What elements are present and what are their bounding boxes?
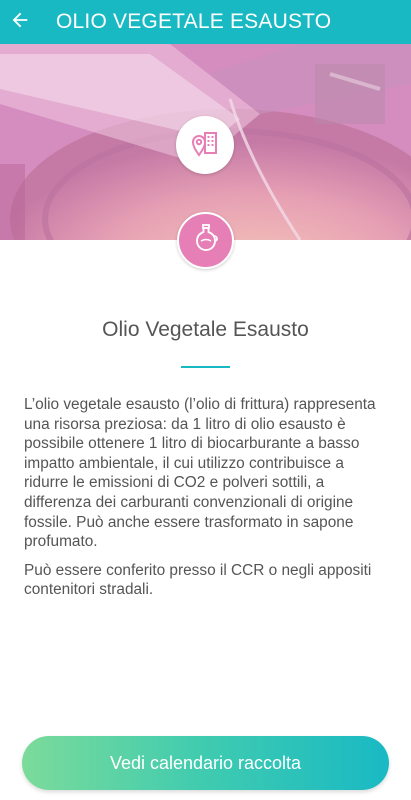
map-pin-building-icon bbox=[190, 128, 220, 163]
title-divider bbox=[181, 366, 230, 368]
description-paragraph: L’olio vegetale esausto (l’olio di fritt… bbox=[24, 396, 376, 551]
oil-bottle-icon bbox=[190, 222, 222, 259]
category-badge bbox=[177, 212, 234, 269]
back-button[interactable] bbox=[0, 0, 40, 44]
description-paragraph: Può essere conferito presso il CCR o neg… bbox=[24, 561, 372, 599]
page-title: OLIO VEGETALE ESAUSTO bbox=[56, 10, 332, 33]
app-bar: OLIO VEGETALE ESAUSTO bbox=[0, 0, 411, 44]
description: L’olio vegetale esausto (l’olio di fritt… bbox=[24, 395, 390, 609]
arrow-left-icon bbox=[9, 9, 31, 36]
content-title: Olio Vegetale Esausto bbox=[102, 318, 309, 341]
map-location-button[interactable] bbox=[176, 116, 234, 174]
calendar-button[interactable]: Vedi calendario raccolta bbox=[22, 736, 389, 790]
